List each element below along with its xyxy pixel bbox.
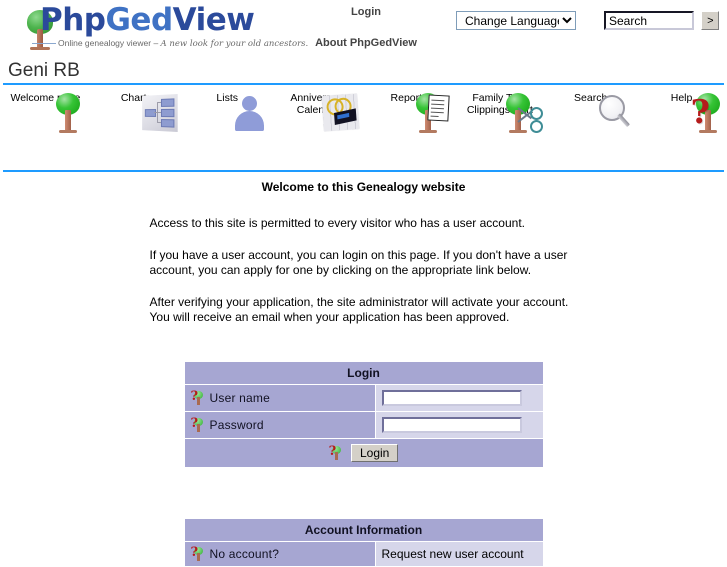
logo-divider bbox=[32, 43, 56, 44]
table-row: ? User name bbox=[183, 383, 544, 412]
site-logo[interactable]: PhpGedView Online genealogy viewer – A n… bbox=[18, 2, 308, 52]
login-form-table: Login ? User name ? Password ? Login bbox=[183, 360, 544, 468]
password-value-cell bbox=[374, 410, 544, 439]
toolbar-item-anniversary-calendar[interactable]: Anniversary Calendar bbox=[273, 90, 364, 168]
toolbar-item-search[interactable]: Search bbox=[545, 90, 636, 168]
logo-text-php: Php bbox=[40, 2, 106, 38]
header-search: > bbox=[604, 11, 720, 30]
help-icon[interactable]: ? bbox=[191, 389, 204, 405]
help-icon[interactable]: ? bbox=[191, 545, 204, 561]
toolbar-item-lists[interactable]: Lists bbox=[182, 90, 273, 168]
login-submit-cell: ? Login bbox=[183, 437, 544, 468]
password-input[interactable] bbox=[381, 416, 522, 433]
toolbar-label-lists: Lists bbox=[216, 92, 238, 104]
header-link-about[interactable]: About PhpGedView bbox=[296, 37, 436, 49]
logo-tagline-plain: Online genealogy viewer – bbox=[58, 38, 161, 48]
account-information-table: Account Information ? No account? Reques… bbox=[183, 517, 544, 567]
change-language-select[interactable]: Change Language bbox=[456, 11, 576, 30]
toolbar-label-family-tree-clippings-cart-line1: Family Tree bbox=[472, 92, 528, 104]
toolbar-item-help[interactable]: ? Help bbox=[636, 90, 727, 168]
logo-tagline: Online genealogy viewer – A new look for… bbox=[58, 38, 308, 49]
toolbar-item-family-tree-clippings-cart[interactable]: Family Tree Clippings Cart bbox=[454, 90, 545, 168]
header-link-login[interactable]: Login bbox=[296, 6, 436, 18]
username-label-cell: ? User name bbox=[183, 383, 376, 412]
no-account-label: No account? bbox=[209, 546, 280, 561]
page-header: PhpGedView Online genealogy viewer – A n… bbox=[0, 0, 727, 60]
intro-paragraph-2: If you have a user account, you can logi… bbox=[149, 247, 568, 278]
help-icon[interactable]: ? bbox=[329, 444, 342, 460]
table-header-row: Login bbox=[183, 360, 544, 385]
toolbar-item-reports[interactable]: Reports bbox=[364, 90, 455, 168]
table-header-row: Account Information bbox=[183, 517, 544, 542]
search-input[interactable] bbox=[604, 11, 694, 30]
username-value-cell bbox=[374, 383, 544, 412]
logo-tagline-cursive: A new look for your old ancestors. bbox=[160, 39, 309, 49]
divider-top bbox=[3, 83, 724, 85]
search-submit-button[interactable]: > bbox=[701, 11, 720, 30]
intro-paragraph-3: After verifying your application, the si… bbox=[149, 294, 569, 325]
login-button[interactable]: Login bbox=[350, 443, 399, 462]
toolbar-item-charts[interactable]: Charts bbox=[91, 90, 182, 168]
password-label: Password bbox=[209, 417, 264, 432]
table-row: ? Password bbox=[183, 410, 544, 439]
intro-paragraph-1: Access to this site is permitted to ever… bbox=[149, 216, 526, 230]
main-content: Welcome to this Genealogy website Access… bbox=[0, 172, 727, 567]
site-title: Geni RB bbox=[8, 60, 80, 81]
logo-text-ged: Ged bbox=[105, 2, 173, 38]
main-toolbar: Welcome page Charts Lists Anniversary Ca… bbox=[0, 90, 727, 168]
toolbar-item-welcome-page[interactable]: Welcome page bbox=[0, 90, 91, 168]
help-icon[interactable]: ? bbox=[191, 416, 204, 432]
logo-wordmark: PhpGedView bbox=[40, 2, 255, 38]
password-label-cell: ? Password bbox=[183, 410, 376, 439]
login-table-title: Login bbox=[183, 360, 544, 385]
header-links: Login About PhpGedView bbox=[296, 0, 436, 49]
username-input[interactable] bbox=[381, 389, 522, 406]
account-table-title: Account Information bbox=[183, 517, 544, 542]
page-title: Welcome to this Genealogy website bbox=[261, 180, 466, 194]
logo-text-view: View bbox=[172, 2, 255, 38]
request-new-user-account-link[interactable]: Request new user account bbox=[382, 547, 524, 561]
table-row: ? Login bbox=[183, 437, 544, 468]
username-label: User name bbox=[209, 390, 270, 405]
